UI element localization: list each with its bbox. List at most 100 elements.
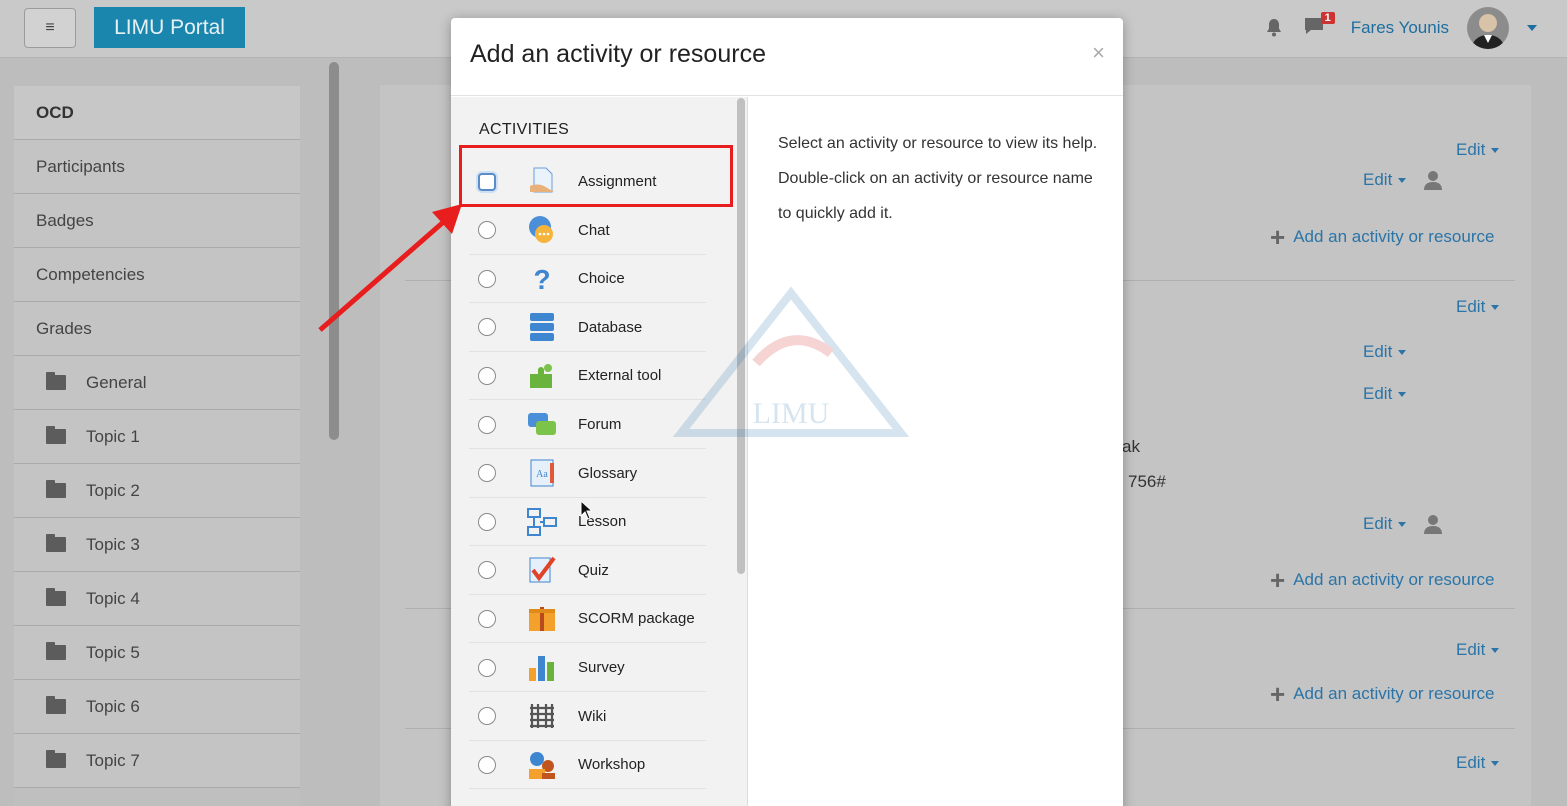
edit-menu[interactable]: Edit	[1456, 297, 1499, 317]
chevron-down-icon[interactable]	[1527, 25, 1537, 31]
activity-label: Survey	[578, 659, 625, 676]
add-activity-link[interactable]: + Add an activity or resource	[1270, 224, 1494, 250]
sidebar-item-topic-5[interactable]: Topic 5	[14, 626, 300, 680]
activity-label: Workshop	[578, 756, 646, 774]
folder-icon	[46, 642, 66, 660]
sidebar-item-topic-7[interactable]: Topic 7	[14, 734, 300, 788]
folder-icon	[46, 372, 66, 390]
activity-option-scorm-package[interactable]: SCORM package	[469, 595, 706, 644]
radio-button[interactable]	[478, 755, 496, 774]
radio-button[interactable]	[478, 658, 496, 677]
sidebar-item-grades[interactable]: Grades	[14, 302, 300, 356]
user-nav: 1 Fares Younis	[1263, 7, 1537, 49]
scorm-icon	[526, 603, 558, 635]
activity-option-workshop[interactable]: Workshop	[469, 741, 706, 790]
wiki-icon	[526, 700, 558, 732]
sidebar-scrollbar[interactable]	[329, 62, 339, 440]
activity-label: Choice	[578, 270, 625, 288]
selection-highlight-box	[459, 145, 733, 207]
sidebar-item-participants[interactable]: Participants	[14, 140, 300, 194]
add-activity-link[interactable]: + Add an activity or resource	[1270, 681, 1494, 707]
folder-icon	[46, 426, 66, 444]
activity-label: Wiki	[578, 707, 607, 725]
sidebar-item-topic-2[interactable]: Topic 2	[14, 464, 300, 518]
sidebar-item-label: Topic 2	[86, 480, 140, 500]
watermark-text: LIMU	[753, 397, 830, 430]
activity-option-survey[interactable]: Survey	[469, 644, 706, 692]
glossary-icon: Aa	[526, 457, 558, 489]
chat-icon	[526, 214, 558, 246]
activity-label: Forum	[578, 416, 622, 433]
dialog-header: Add an activity or resource ×	[451, 18, 1123, 96]
notification-bell-icon[interactable]	[1263, 17, 1285, 39]
edit-menu[interactable]: Edit	[1456, 753, 1499, 773]
brand-logo[interactable]: LIMU Portal	[94, 7, 245, 48]
edit-menu[interactable]: Edit	[1363, 170, 1406, 190]
menu-toggle-button[interactable]: ≡	[24, 8, 76, 48]
radio-button[interactable]	[478, 707, 496, 726]
activity-option-quiz[interactable]: Quiz	[469, 547, 706, 595]
plus-icon: +	[1270, 679, 1286, 709]
activity-chooser-dialog: Add an activity or resource × ACTIVITIES…	[451, 18, 1123, 806]
activity-label: Glossary	[578, 464, 638, 482]
radio-button[interactable]	[478, 366, 496, 385]
radio-button[interactable]	[478, 415, 496, 434]
edit-menu[interactable]: Edit	[1456, 640, 1499, 660]
folder-icon	[46, 534, 66, 552]
lesson-icon	[526, 506, 558, 538]
workshop-icon	[526, 749, 558, 781]
radio-button[interactable]	[478, 464, 496, 483]
sidebar-item-topic-6[interactable]: Topic 6	[14, 680, 300, 734]
radio-button[interactable]	[478, 269, 496, 288]
svg-text:Aa: Aa	[536, 469, 548, 480]
forum-icon	[526, 409, 558, 441]
help-text: Select an activity or resource to view i…	[778, 135, 1098, 222]
activity-label: SCORM package	[578, 610, 695, 628]
course-navigation: OCD Participants Badges Competencies Grades G…	[14, 86, 300, 806]
radio-button[interactable]	[478, 561, 496, 580]
section-heading: ACTIVITIES	[479, 121, 570, 138]
sidebar-item-label: OCD	[36, 102, 74, 122]
edit-menu[interactable]: Edit	[1363, 384, 1406, 404]
add-activity-link[interactable]: + Add an activity or resource	[1270, 567, 1494, 593]
activity-option-wiki[interactable]: Wiki	[469, 693, 706, 741]
close-icon[interactable]: ×	[1092, 40, 1105, 66]
choice-icon: ?	[526, 263, 558, 295]
sidebar-item-ocd[interactable]: OCD	[14, 86, 300, 140]
sidebar-item-label: Topic 1	[86, 426, 140, 446]
messages-icon[interactable]: 1	[1303, 12, 1335, 40]
sidebar-item-topic-3[interactable]: Topic 3	[14, 518, 300, 572]
text-fragment: ak	[1122, 437, 1140, 456]
sidebar-item-badges[interactable]: Badges	[14, 194, 300, 248]
radio-button[interactable]	[478, 609, 496, 628]
database-icon	[526, 311, 558, 343]
sidebar-item-competencies[interactable]: Competencies	[14, 248, 300, 302]
mouse-cursor-icon	[580, 500, 594, 520]
university-watermark: LIMU	[671, 283, 911, 463]
sidebar-item-label: Topic 3	[86, 534, 140, 554]
radio-button[interactable]	[478, 221, 496, 240]
activity-label: External tool	[578, 367, 662, 385]
hamburger-icon: ≡	[45, 19, 55, 36]
folder-icon	[46, 480, 66, 498]
quiz-icon	[526, 554, 558, 586]
sidebar-item-label: Badges	[36, 210, 94, 230]
sidebar-item-label: Topic 5	[86, 642, 140, 662]
text-fragment: 756#	[1128, 472, 1166, 491]
avatar[interactable]	[1467, 7, 1509, 49]
edit-menu[interactable]: Edit	[1363, 514, 1406, 534]
sidebar-item-general[interactable]: General	[14, 356, 300, 410]
message-count-badge: 1	[1320, 12, 1335, 24]
radio-button[interactable]	[478, 512, 496, 531]
svg-text:?: ?	[533, 264, 550, 295]
edit-menu[interactable]: Edit	[1363, 342, 1406, 362]
user-name[interactable]: Fares Younis	[1351, 18, 1449, 38]
folder-icon	[46, 588, 66, 606]
radio-button[interactable]	[478, 318, 496, 337]
sidebar-item-label: Participants	[36, 156, 125, 176]
sidebar-item-topic-4[interactable]: Topic 4	[14, 572, 300, 626]
sidebar-item-topic-1[interactable]: Topic 1	[14, 410, 300, 464]
edit-menu[interactable]: Edit	[1456, 140, 1499, 160]
user-icon	[1424, 171, 1442, 190]
activity-option-chat[interactable]: Chat	[469, 207, 706, 255]
